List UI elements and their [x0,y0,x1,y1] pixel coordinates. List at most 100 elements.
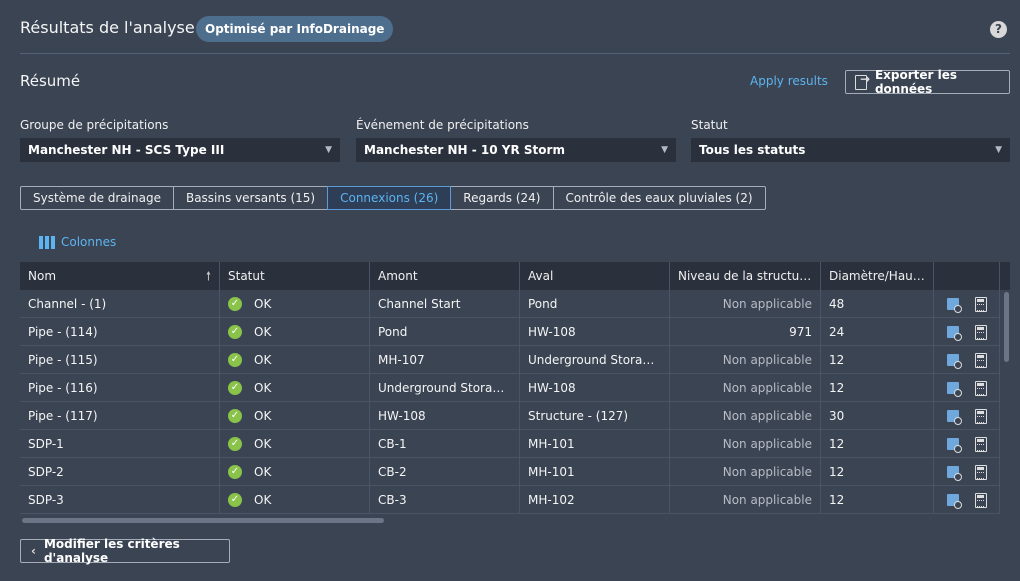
status-label: Statut [691,118,728,132]
table-row[interactable]: Pipe - (116) ✓ OK Underground Storage ... HW… [20,374,1000,402]
header-upstream[interactable]: Amont [370,262,520,290]
cell-actions [934,402,1000,430]
cell-diameter: 12 [821,346,934,374]
divider [20,53,1010,54]
cell-actions [934,430,1000,458]
header-downstream[interactable]: Aval [520,262,670,290]
cell-diameter: 12 [821,486,934,514]
tab-stormwater-control[interactable]: Contrôle des eaux pluviales (2) [552,186,766,210]
check-icon: ✓ [228,465,242,479]
cell-status: ✓ OK [220,346,370,374]
header-status[interactable]: Statut [220,262,370,290]
profile-view-icon[interactable] [946,381,962,397]
cell-actions [934,458,1000,486]
cell-diameter: 12 [821,374,934,402]
chevron-down-icon: ▼ [995,145,1002,155]
summary-title: Résumé [20,72,81,90]
check-icon: ✓ [228,353,242,367]
calculator-icon[interactable] [975,352,987,368]
cell-downstream: MH-102 [520,486,670,514]
check-icon: ✓ [228,493,242,507]
tab-manholes[interactable]: Regards (24) [450,186,554,210]
columns-button[interactable]: Colonnes [39,235,116,249]
check-icon: ✓ [228,381,242,395]
cell-upstream: CB-2 [370,458,520,486]
cell-actions [934,290,1000,318]
calculator-icon[interactable] [975,380,987,396]
cell-name: Channel - (1) [20,290,220,318]
calculator-icon[interactable] [975,408,987,424]
cell-actions [934,346,1000,374]
header-actions [934,262,1000,290]
cell-upstream: MH-107 [370,346,520,374]
cell-upstream: Channel Start [370,290,520,318]
header-level[interactable]: Niveau de la structure en aval [670,262,821,290]
cell-name: Pipe - (115) [20,346,220,374]
cell-level: 971 [670,318,821,346]
cell-downstream: HW-108 [520,318,670,346]
vertical-scrollbar[interactable] [1002,290,1010,524]
chevron-left-icon: ‹ [31,544,36,558]
sort-up-icon: 🠕 [205,269,211,283]
columns-icon [39,235,55,249]
tab-catchments[interactable]: Bassins versants (15) [172,186,329,210]
infodrainage-badge: Optimisé par InfoDrainage [196,16,394,42]
cell-upstream: HW-108 [370,402,520,430]
table-body: Channel - (1) ✓ OK Channel Start Pond Non app… [20,290,1000,514]
calculator-icon[interactable] [975,436,987,452]
cell-level: Non applicable [670,346,821,374]
cell-name: Pipe - (114) [20,318,220,346]
table-row[interactable]: Channel - (1) ✓ OK Channel Start Pond Non app… [20,290,1000,318]
table-row[interactable]: SDP-2 ✓ OK CB-2 MH-101 Non applicable 12 [20,458,1000,486]
check-icon: ✓ [228,297,242,311]
cell-actions [934,486,1000,514]
cell-actions [934,318,1000,346]
profile-view-icon[interactable] [946,325,962,341]
cell-status: ✓ OK [220,486,370,514]
cell-actions [934,374,1000,402]
export-label: Exporter les données [874,68,957,96]
cell-name: SDP-1 [20,430,220,458]
tab-connections[interactable]: Connexions (26) [327,186,452,210]
horizontal-scrollbar[interactable] [20,516,1000,524]
help-icon[interactable]: ? [990,21,1007,38]
status-select[interactable]: Tous les statuts ▼ [691,138,1010,162]
table-row[interactable]: Pipe - (114) ✓ OK Pond HW-108 971 24 [20,318,1000,346]
modify-criteria-button[interactable]: ‹ Modifier les critères d'analyse [20,537,230,565]
header-diameter[interactable]: Diamètre/Hauteur [821,262,934,290]
rainfall-group-select[interactable]: Manchester NH - SCS Type III ▼ [20,138,340,162]
profile-view-icon[interactable] [946,465,962,481]
results-table: Nom 🠕 Statut Amont Aval Niveau de la stru… [20,262,1010,524]
export-icon [854,72,870,90]
tab-drainage-system[interactable]: Système de drainage [20,186,174,210]
cell-level: Non applicable [670,458,821,486]
cell-status: ✓ OK [220,430,370,458]
export-data-button[interactable]: Exporter les données [845,68,1010,96]
profile-view-icon[interactable] [946,353,962,369]
table-row[interactable]: Pipe - (117) ✓ OK HW-108 Structure - (127) No… [20,402,1000,430]
calculator-icon[interactable] [975,324,987,340]
cell-diameter: 30 [821,402,934,430]
cell-downstream: Structure - (127) [520,402,670,430]
table-row[interactable]: SDP-3 ✓ OK CB-3 MH-102 Non applicable 12 [20,486,1000,514]
table-row[interactable]: SDP-1 ✓ OK CB-1 MH-101 Non applicable 12 [20,430,1000,458]
cell-status: ✓ OK [220,374,370,402]
cell-upstream: CB-1 [370,430,520,458]
rainfall-event-select[interactable]: Manchester NH - 10 YR Storm ▼ [356,138,676,162]
cell-level: Non applicable [670,486,821,514]
calculator-icon[interactable] [975,296,987,312]
calculator-icon[interactable] [975,492,987,508]
modify-criteria-label: Modifier les critères d'analyse [43,537,180,565]
apply-results-link[interactable]: Apply results [750,74,828,88]
profile-view-icon[interactable] [946,297,962,313]
cell-upstream: Underground Storage ... [370,374,520,402]
rainfall-group-label: Groupe de précipitations [20,118,169,132]
table-row[interactable]: Pipe - (115) ✓ OK MH-107 Underground Storage… [20,346,1000,374]
profile-view-icon[interactable] [946,493,962,509]
header-name[interactable]: Nom 🠕 [20,262,220,290]
calculator-icon[interactable] [975,464,987,480]
profile-view-icon[interactable] [946,437,962,453]
profile-view-icon[interactable] [946,409,962,425]
rainfall-event-value: Manchester NH - 10 YR Storm [364,143,565,157]
header: Résultats de l'analyse Optimisé par Info… [0,0,1020,54]
